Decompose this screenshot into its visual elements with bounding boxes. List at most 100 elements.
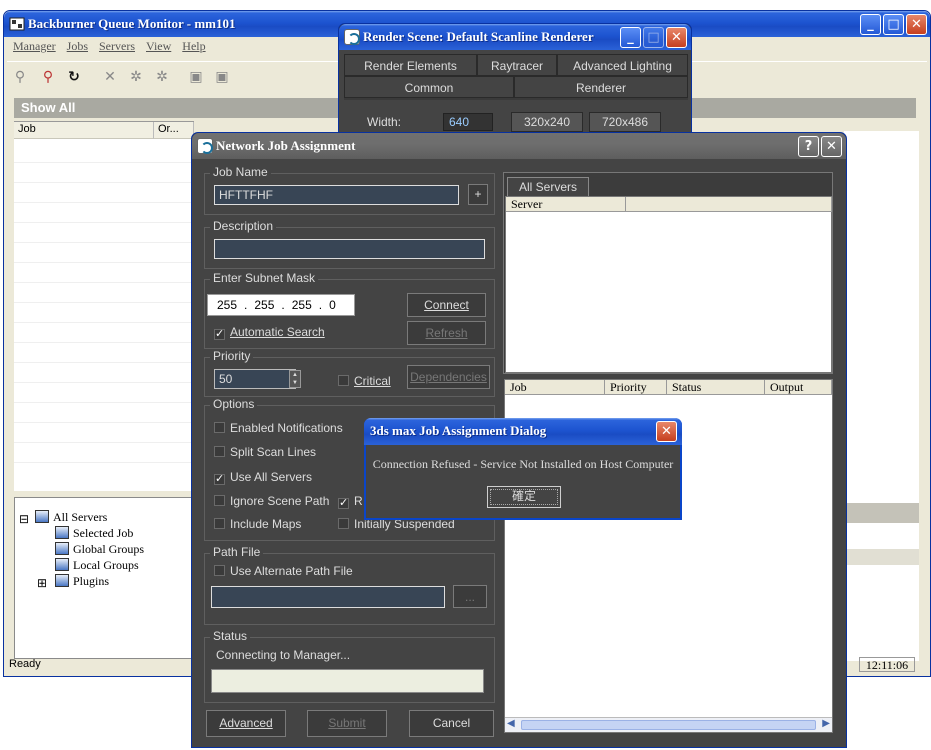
use-all-servers-checkbox[interactable]: ✓ Use All Servers <box>214 470 312 485</box>
close-button[interactable]: ✕ <box>906 14 927 35</box>
scroll-right-icon[interactable]: ▶ <box>822 718 830 729</box>
job-name-input[interactable]: HFTTFHF <box>214 185 459 205</box>
col-output[interactable]: Output <box>765 380 832 395</box>
tab-advanced-lighting[interactable]: Advanced Lighting <box>557 54 688 76</box>
cancel-button[interactable]: Cancel <box>409 710 494 737</box>
server-icon <box>55 558 69 571</box>
spinner-arrows-icon[interactable]: ▲ ▼ <box>289 370 301 388</box>
connect-button[interactable]: Connect <box>407 293 486 317</box>
tab-renderer[interactable]: Renderer <box>514 76 688 98</box>
alert-titlebar[interactable]: 3ds max Job Assignment Dialog ✕ <box>364 418 682 445</box>
render-scene-window: Render Scene: Default Scanline Renderer … <box>338 23 692 138</box>
job-assignment-alert: 3ds max Job Assignment Dialog ✕ Connecti… <box>364 418 682 520</box>
include-maps-checkbox[interactable]: Include Maps <box>214 517 301 531</box>
scroll-left-icon[interactable]: ◀ <box>507 718 515 729</box>
col-status[interactable]: Status <box>667 380 765 395</box>
browse-button: ... <box>453 585 487 608</box>
row-divider <box>14 222 194 223</box>
disconnect-icon[interactable]: ⚲ <box>39 67 57 85</box>
row-divider <box>14 402 194 403</box>
col-priority[interactable]: Priority <box>605 380 667 395</box>
tree-local-groups[interactable]: Local Groups <box>55 558 139 573</box>
subnet-mask-input[interactable]: 255. 255. 255. 0 <box>207 294 355 316</box>
server-list[interactable]: Server <box>505 196 832 373</box>
menu-view[interactable]: View <box>146 39 171 53</box>
server-icon <box>55 574 69 587</box>
menu-jobs[interactable]: Jobs <box>67 39 88 53</box>
deactivate-icon[interactable]: ✲ <box>153 67 171 85</box>
monitor-icon[interactable]: ▣ <box>187 67 205 85</box>
tree-expander-plus[interactable]: ⊞ <box>37 576 47 591</box>
close-button[interactable]: ✕ <box>666 27 687 48</box>
maximize-button[interactable]: □ <box>883 14 904 35</box>
tree-selected-job[interactable]: Selected Job <box>55 526 133 541</box>
description-input[interactable] <box>214 239 485 259</box>
r-partial-checkbox[interactable]: ✓ R <box>338 494 363 509</box>
activate-icon[interactable]: ✲ <box>127 67 145 85</box>
ok-button[interactable]: 確定 <box>487 486 561 508</box>
render-scene-titlebar[interactable]: Render Scene: Default Scanline Renderer … <box>339 24 691 50</box>
tree-global-groups[interactable]: Global Groups <box>55 542 144 557</box>
menu-manager[interactable]: Manager <box>13 39 56 53</box>
automatic-search-checkbox[interactable]: ✓ Automatic Search <box>214 325 325 340</box>
use-alternate-path-checkbox[interactable]: Use Alternate Path File <box>214 564 353 578</box>
maximize-button: □ <box>643 27 664 48</box>
path-file-input[interactable] <box>211 586 445 608</box>
enabled-notifications-checkbox[interactable]: Enabled Notifications <box>214 421 343 435</box>
add-job-button[interactable]: + <box>468 184 488 205</box>
help-button[interactable]: ? <box>798 136 819 157</box>
advanced-button[interactable]: Advanced <box>206 710 286 737</box>
tab-common[interactable]: Common <box>344 76 514 98</box>
tab-render-elements[interactable]: Render Elements <box>344 54 477 76</box>
status-clock: 12:11:06 <box>859 657 915 672</box>
job-name-label: Job Name <box>210 165 271 179</box>
checkbox-checked-icon: ✓ <box>214 473 225 485</box>
split-scan-lines-checkbox[interactable]: Split Scan Lines <box>214 445 316 459</box>
tab-raytracer[interactable]: Raytracer <box>477 54 557 76</box>
tree-all-servers[interactable]: All Servers <box>35 510 107 525</box>
render-tabs: Render Elements Raytracer Advanced Light… <box>344 54 688 100</box>
critical-checkbox[interactable]: Critical <box>338 374 391 388</box>
scroll-thumb[interactable] <box>521 720 816 730</box>
options-label: Options <box>210 397 258 411</box>
server-col-bar <box>844 549 919 565</box>
servers-panel: All Servers Server <box>503 172 833 374</box>
minimize-button[interactable]: _ <box>860 14 881 35</box>
server-tree[interactable]: ⊟ All Servers Selected Job Global Groups… <box>14 497 199 659</box>
col-job[interactable]: Job <box>505 380 605 395</box>
horizontal-scrollbar[interactable]: ◀ ▶ <box>505 717 832 732</box>
minimize-button[interactable]: _ <box>620 27 641 48</box>
connect-icon[interactable]: ⚲ <box>11 67 29 85</box>
menu-servers[interactable]: Servers <box>99 39 135 53</box>
delete-icon[interactable]: ✕ <box>101 67 119 85</box>
col-job[interactable]: Job <box>14 122 154 139</box>
tree-expander[interactable]: ⊟ <box>19 512 29 527</box>
refresh-icon[interactable]: ↻ <box>65 67 83 85</box>
subnet-label: Enter Subnet Mask <box>210 271 319 285</box>
job-list[interactable]: Job Or... <box>14 121 194 491</box>
monitor2-icon[interactable]: ▣ <box>213 67 231 85</box>
priority-spinner[interactable]: 50 <box>214 369 296 389</box>
status-text: Connecting to Manager... <box>216 648 351 662</box>
width-spinner[interactable]: 640 <box>443 113 493 131</box>
close-button[interactable]: ✕ <box>656 421 677 442</box>
row-divider <box>14 302 194 303</box>
server-list-right <box>844 131 919 661</box>
status-label: Status <box>210 629 251 643</box>
close-button[interactable]: ✕ <box>821 136 842 157</box>
preset-320x240-button[interactable]: 320x240 <box>511 112 583 132</box>
network-job-titlebar[interactable]: Network Job Assignment ? ✕ <box>192 133 846 159</box>
server-header-bar <box>844 503 919 523</box>
menu-help[interactable]: Help <box>182 39 205 53</box>
preset-720x486-button[interactable]: 720x486 <box>589 112 661 132</box>
ignore-scene-path-checkbox[interactable]: Ignore Scene Path <box>214 494 329 508</box>
tab-all-servers[interactable]: All Servers <box>507 177 589 197</box>
path-file-label: Path File <box>210 545 264 559</box>
tree-plugins[interactable]: Plugins <box>55 574 109 589</box>
col-order[interactable]: Or... <box>154 122 194 139</box>
row-divider <box>14 262 194 263</box>
status-text: Ready <box>9 658 41 670</box>
alert-title: 3ds max Job Assignment Dialog <box>370 423 547 438</box>
col-server[interactable]: Server <box>506 197 626 212</box>
description-group: Description <box>204 219 495 269</box>
